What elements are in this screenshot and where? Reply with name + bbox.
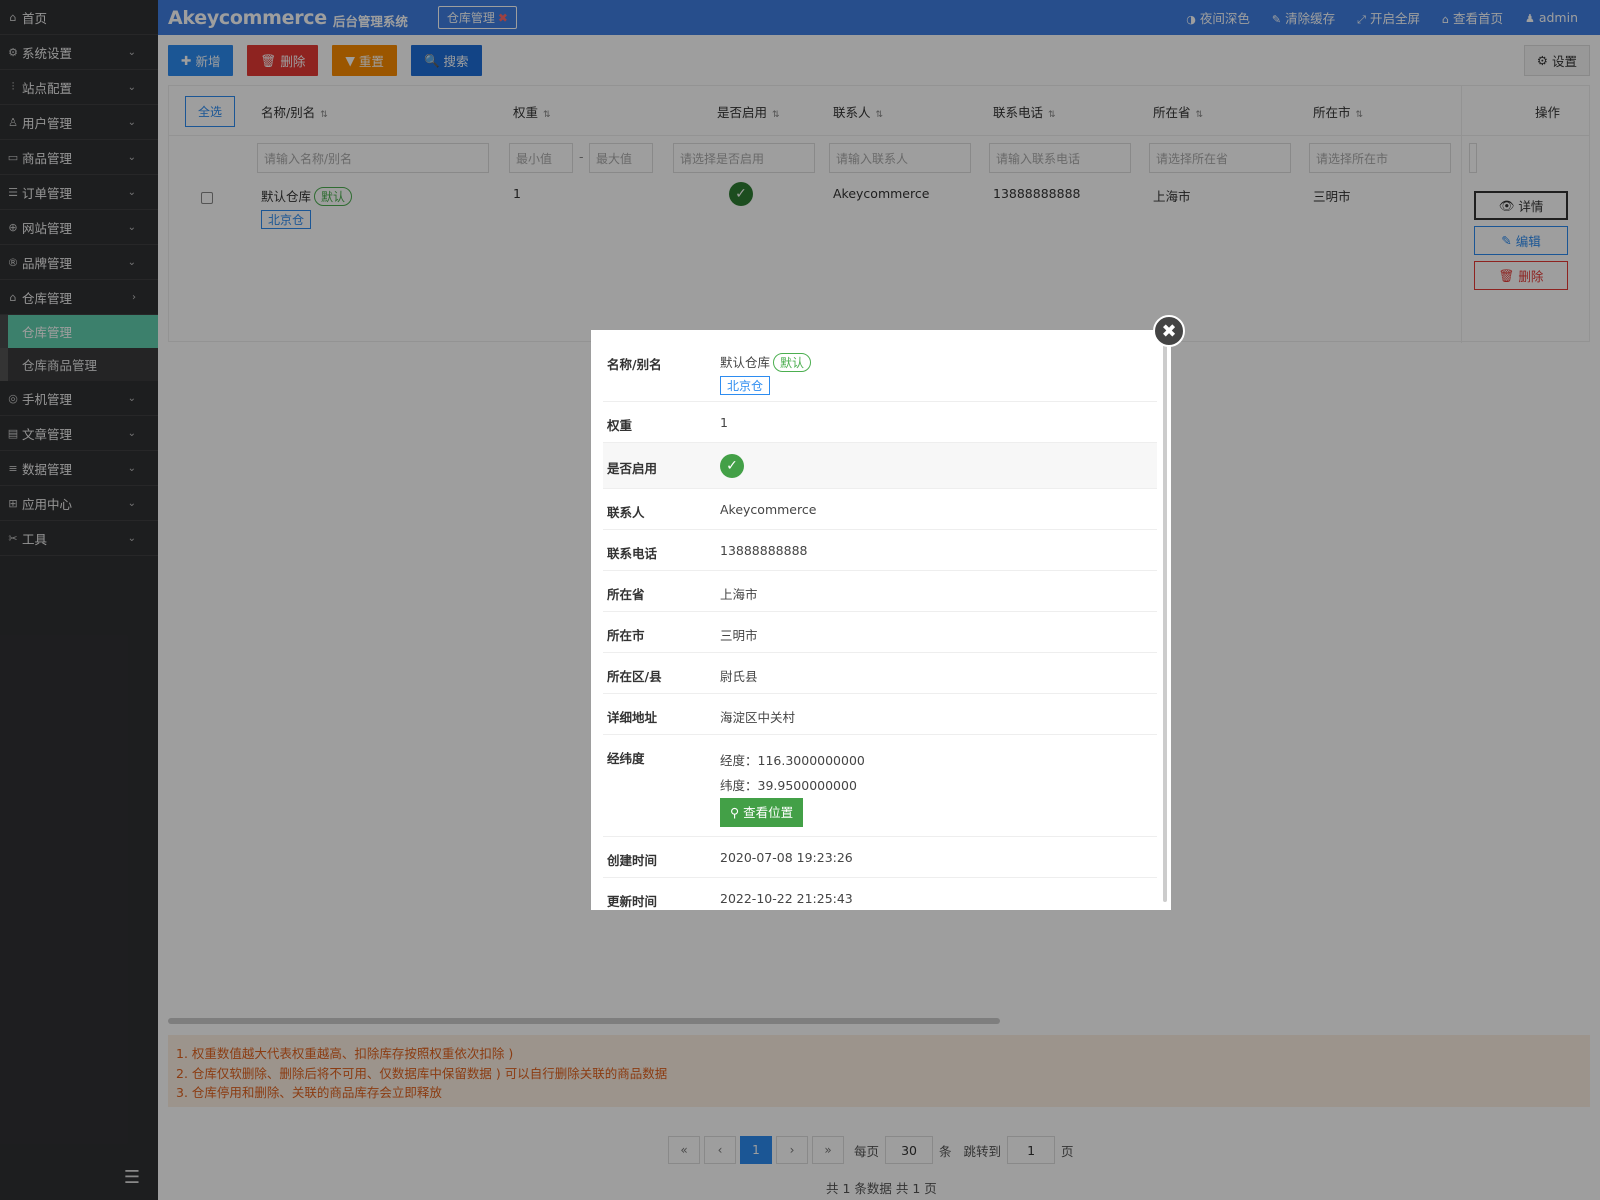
detail-label: 详细地址 [607, 710, 658, 725]
detail-label: 是否启用 [607, 461, 658, 476]
detail-value: 海淀区中关村 [720, 710, 796, 725]
detail-label: 权重 [607, 418, 633, 433]
detail-label: 联系电话 [607, 546, 658, 561]
detail-value: 尉氏县 [720, 669, 758, 684]
detail-value: Akeycommerce [720, 502, 817, 517]
detail-value: ✓ [720, 454, 744, 478]
detail-label: 创建时间 [607, 853, 658, 868]
modal-scrollbar[interactable] [1163, 342, 1167, 902]
detail-value: 默认仓库 默认 北京仓 [720, 352, 812, 395]
detail-value: 1 [720, 415, 728, 430]
alias-badge: 北京仓 [720, 376, 771, 395]
map-pin-icon: ⚲ [730, 805, 744, 820]
detail-row-enabled: 是否启用 ✓ [603, 443, 1157, 489]
close-modal-button[interactable]: ✖ [1153, 315, 1185, 347]
detail-row-address: 详细地址 海淀区中关村 [603, 694, 1157, 735]
close-icon: ✖ [1161, 320, 1177, 342]
detail-value: 三明市 [720, 628, 758, 643]
detail-modal: 名称/别名 默认仓库 默认 北京仓 权重 1 是否启用 ✓ 联系人 Akeycom… [591, 330, 1171, 910]
detail-row-province: 所在省 上海市 [603, 571, 1157, 612]
longitude-value: 经度：116.3000000000 [720, 753, 865, 768]
detail-row-created: 创建时间 2020-07-08 19:23:26 [603, 837, 1157, 878]
detail-row-phone: 联系电话 13888888888 [603, 530, 1157, 571]
detail-label: 经纬度 [607, 751, 645, 766]
detail-value: 13888888888 [720, 543, 808, 558]
warehouse-name: 默认仓库 [720, 355, 771, 370]
detail-row-weight: 权重 1 [603, 402, 1157, 443]
detail-label: 所在市 [607, 628, 645, 643]
detail-row-city: 所在市 三明市 [603, 612, 1157, 653]
default-badge: 默认 [773, 353, 812, 372]
detail-value: 2022-10-22 21:25:43 [720, 891, 853, 906]
detail-row-name: 名称/别名 默认仓库 默认 北京仓 [603, 342, 1157, 402]
check-icon: ✓ [720, 454, 744, 478]
detail-value: 经度：116.3000000000 纬度：39.9500000000 ⚲ 查看位… [720, 748, 865, 827]
button-label: 查看位置 [743, 805, 794, 820]
detail-row-coordinates: 经纬度 经度：116.3000000000 纬度：39.9500000000 ⚲… [603, 735, 1157, 837]
detail-value: 2020-07-08 19:23:26 [720, 850, 853, 865]
detail-label: 更新时间 [607, 894, 658, 909]
detail-label: 联系人 [607, 505, 645, 520]
detail-value: 上海市 [720, 587, 758, 602]
detail-row-district: 所在区/县 尉氏县 [603, 653, 1157, 694]
detail-row-contact: 联系人 Akeycommerce [603, 489, 1157, 530]
latitude-value: 纬度：39.9500000000 [720, 778, 857, 793]
detail-label: 名称/别名 [607, 357, 662, 372]
detail-label: 所在区/县 [607, 669, 662, 684]
view-location-button[interactable]: ⚲ 查看位置 [720, 798, 804, 827]
detail-row-updated: 更新时间 2022-10-22 21:25:43 [603, 878, 1157, 910]
detail-label: 所在省 [607, 587, 645, 602]
